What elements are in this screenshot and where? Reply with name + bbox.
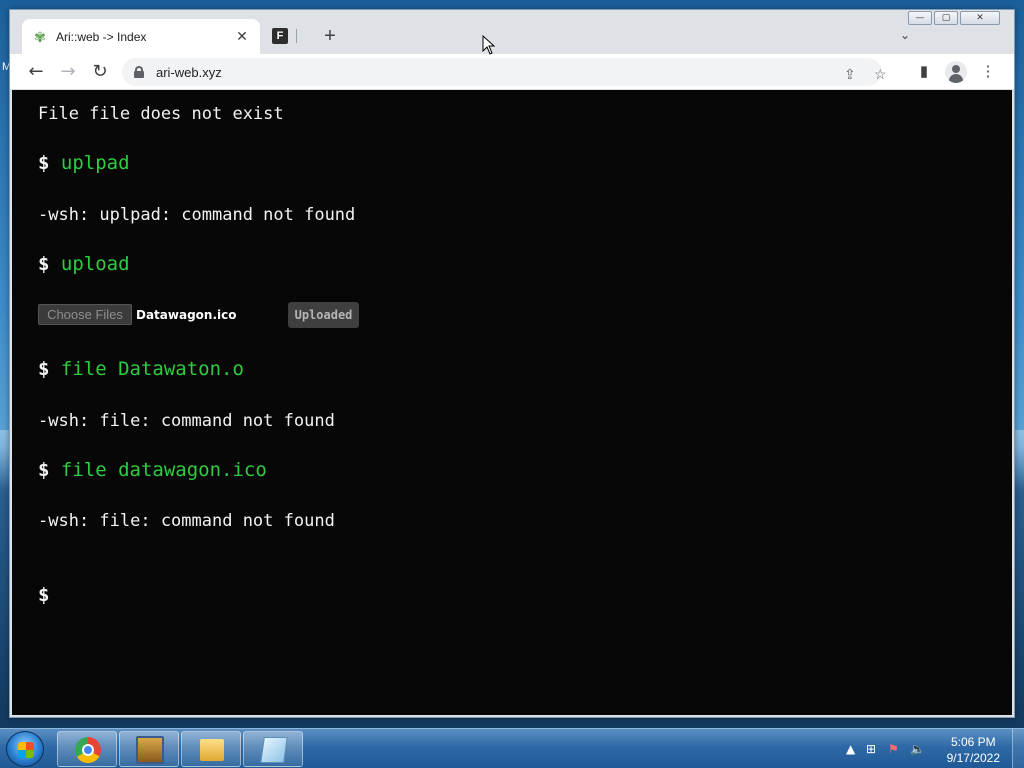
terminal-command-line: $ file datawagon.ico [38,459,267,481]
terminal-output-line: -wsh: file: command not found [38,411,335,431]
volume-icon[interactable]: 🔈 [910,742,925,756]
prompt-symbol: $ [38,358,50,380]
tab-strip: ✾ Ari::web -> Index ✕ F + ⌄ [10,10,1014,54]
command-text: upload [60,253,130,275]
tab-separator [296,29,297,43]
url-text[interactable]: ari-web.xyz [156,65,222,80]
system-tray: ▲ ⊞ ⚑ 🔈 5:06 PM 9/17/2022 [824,729,1024,768]
folder-icon [200,739,224,761]
forward-icon[interactable]: → [56,60,80,84]
share-icon[interactable]: ⇪ [844,66,856,83]
command-text: file Datawaton.o [60,358,244,380]
taskbar-archive[interactable] [119,731,179,767]
taskbar: ▲ ⊞ ⚑ 🔈 5:06 PM 9/17/2022 [0,728,1024,768]
taskbar-notepad[interactable] [243,731,303,767]
terminal-output-line: -wsh: file: command not found [38,511,335,531]
notepad-icon [260,737,288,763]
lock-icon[interactable] [134,66,144,78]
clock-date: 9/17/2022 [946,751,1000,765]
doc-icon: F [272,28,288,44]
profile-avatar-icon[interactable] [945,61,967,83]
side-panel-icon[interactable]: ▮ [912,60,936,84]
command-text: uplpad [60,152,130,174]
prompt-symbol: $ [38,253,50,275]
tab-ari-web[interactable]: ✾ Ari::web -> Index ✕ [22,19,260,54]
tab-search-icon[interactable]: ⌄ [900,28,910,42]
terminal-command-line: $ upload [38,253,130,275]
chrome-icon [75,737,101,763]
back-icon[interactable]: ← [24,60,48,84]
taskbar-chrome[interactable] [57,731,117,767]
show-desktop-button[interactable] [1012,729,1024,768]
flag-alert-icon[interactable]: ⚑ [888,742,899,756]
tab-second[interactable]: F [264,22,308,50]
tab-title: Ari::web -> Index [56,29,147,44]
bookmark-star-icon[interactable]: ☆ [874,66,887,83]
terminal-input-line[interactable]: $ [38,584,61,606]
prompt-symbol: $ [38,584,50,606]
terminal-output-line: File file does not exist [38,104,284,124]
taskbar-explorer[interactable] [181,731,241,767]
ari-leaf-icon: ✾ [34,28,46,45]
uploaded-status-button[interactable]: Uploaded [288,302,359,328]
clock[interactable]: 5:06 PM 9/17/2022 [947,734,1000,766]
prompt-symbol: $ [38,152,50,174]
address-bar[interactable]: ari-web.xyz ⇪ ☆ [122,58,887,86]
clock-time: 5:06 PM [950,735,996,749]
terminal-command-line: $ file Datawaton.o [38,358,244,380]
network-icon[interactable]: ⊞ [866,742,876,756]
prompt-symbol: $ [38,459,50,481]
selected-file-name: Datawagon.ico [136,307,237,322]
start-button[interactable] [6,731,44,767]
show-hidden-icons-icon[interactable]: ▲ [846,742,855,756]
terminal-viewport[interactable]: File file does not exist $ uplpad -wsh: … [12,90,1012,715]
browser-window: — ▢ ✕ ✾ Ari::web -> Index ✕ F + ⌄ ← → ↻ … [9,9,1015,718]
terminal-output-line: -wsh: uplpad: command not found [38,205,356,225]
menu-kebab-icon[interactable]: ⋮ [976,60,1000,84]
archive-icon [136,736,164,764]
command-text: file datawagon.ico [60,459,267,481]
upload-widget: Choose Files Datawagon.ico Uploaded [38,302,359,328]
reload-icon[interactable]: ↻ [88,60,112,84]
choose-files-button[interactable]: Choose Files [38,304,132,325]
browser-toolbar: ← → ↻ ari-web.xyz ⇪ ☆ ▮ ⋮ [10,54,1014,90]
close-tab-icon[interactable]: ✕ [234,28,250,45]
new-tab-button[interactable]: + [318,25,342,49]
terminal-command-line: $ uplpad [38,152,130,174]
